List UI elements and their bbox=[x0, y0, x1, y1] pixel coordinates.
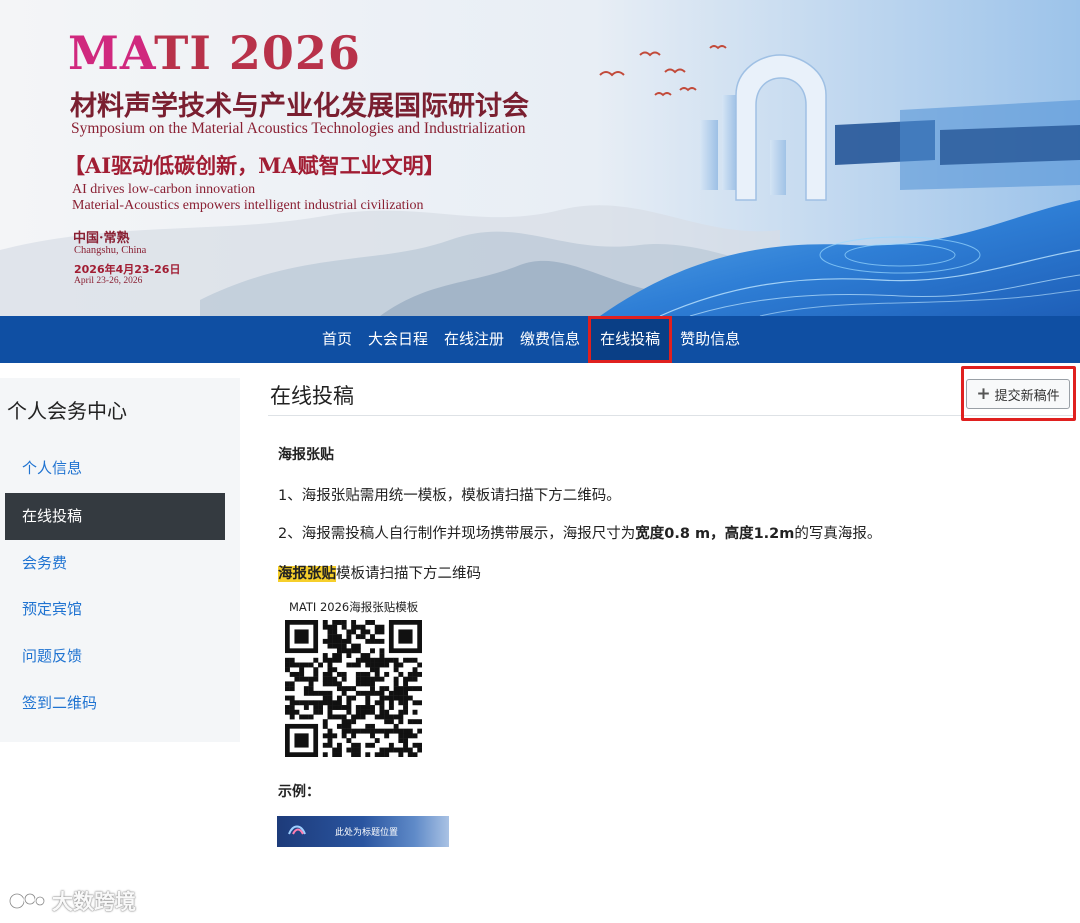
nav-item-sponsorship[interactable]: 赞助信息 bbox=[672, 316, 748, 363]
poster-rule-2: 2、海报需投稿人自行制作并现场携带展示，海报尺寸为宽度0.8 m，高度1.2m的… bbox=[278, 526, 882, 542]
sidebar-item-submission[interactable]: 在线投稿 bbox=[5, 493, 225, 540]
plus-icon: + bbox=[976, 383, 991, 404]
page-title: 在线投稿 bbox=[270, 384, 354, 408]
nav-item-schedule[interactable]: 大会日程 bbox=[360, 316, 436, 363]
nav-item-home[interactable]: 首页 bbox=[314, 316, 360, 363]
sidebar-title: 个人会务中心 bbox=[7, 399, 127, 423]
banner-title-en: Symposium on the Material Acoustics Tech… bbox=[71, 120, 526, 137]
title-divider bbox=[268, 415, 1076, 416]
banner-date-cn: 2026年4月23-26日 bbox=[74, 263, 181, 276]
nav-item-submission[interactable]: 在线投稿 bbox=[588, 316, 673, 363]
nav-item-registration[interactable]: 在线注册 bbox=[436, 316, 512, 363]
banner-location-cn: 中国·常熟 bbox=[73, 231, 130, 246]
sidebar-item-feedback[interactable]: 问题反馈 bbox=[5, 633, 225, 680]
watermark-text: 大数跨境 bbox=[52, 890, 136, 914]
conference-banner: MATI 2026 材料声学技术与产业化发展国际研讨会 Symposium on… bbox=[0, 0, 1080, 316]
example-label: 示例： bbox=[278, 784, 320, 800]
nav-item-payment[interactable]: 缴费信息 bbox=[512, 316, 588, 363]
watermark: 大数跨境 bbox=[8, 886, 136, 916]
banner-title-cn: 材料声学技术与产业化发展国际研讨会 bbox=[70, 91, 529, 122]
qr-caption: MATI 2026海报张贴模板 bbox=[289, 600, 419, 614]
main-navigation: 首页 大会日程 在线注册 缴费信息 在线投稿 赞助信息 bbox=[0, 316, 1080, 363]
banner-location-en: Changshu, China bbox=[74, 245, 147, 256]
example-poster-image: 此处为标题位置 bbox=[277, 816, 449, 847]
submit-new-manuscript-button[interactable]: + 提交新稿件 bbox=[966, 379, 1070, 409]
poster-highlight: 海报张贴 bbox=[278, 566, 336, 582]
banner-slogan-en-1: AI drives low-carbon innovation bbox=[72, 182, 256, 197]
sidebar-item-checkin-qr[interactable]: 签到二维码 bbox=[5, 680, 225, 727]
banner-date-en: April 23-26, 2026 bbox=[74, 276, 143, 286]
poster-template-qr-code bbox=[285, 620, 422, 757]
example-logo-icon bbox=[288, 825, 306, 835]
section-title-poster: 海报张贴 bbox=[278, 447, 334, 463]
example-image-title: 此处为标题位置 bbox=[335, 828, 399, 838]
poster-template-note: 海报张贴模板请扫描下方二维码 bbox=[278, 566, 481, 582]
poster-rule-1: 1、海报张贴需用统一模板，模板请扫描下方二维码。 bbox=[278, 488, 621, 504]
banner-slogan-en-2: Material-Acoustics empowers intelligent … bbox=[72, 198, 424, 213]
sidebar-item-conference-fee[interactable]: 会务费 bbox=[5, 540, 225, 587]
submit-button-label: 提交新稿件 bbox=[994, 388, 1060, 404]
banner-title: MATI 2026 bbox=[68, 26, 361, 80]
banner-slogan-cn: 【AI驱动低碳创新，MA赋智工业文明】 bbox=[64, 153, 445, 178]
nav-items: 首页 大会日程 在线注册 缴费信息 在线投稿 赞助信息 bbox=[314, 316, 748, 363]
sidebar-item-hotel-booking[interactable]: 预定宾馆 bbox=[5, 586, 225, 633]
sidebar-item-profile[interactable]: 个人信息 bbox=[5, 445, 225, 492]
watermark-logo-icon bbox=[8, 892, 46, 910]
